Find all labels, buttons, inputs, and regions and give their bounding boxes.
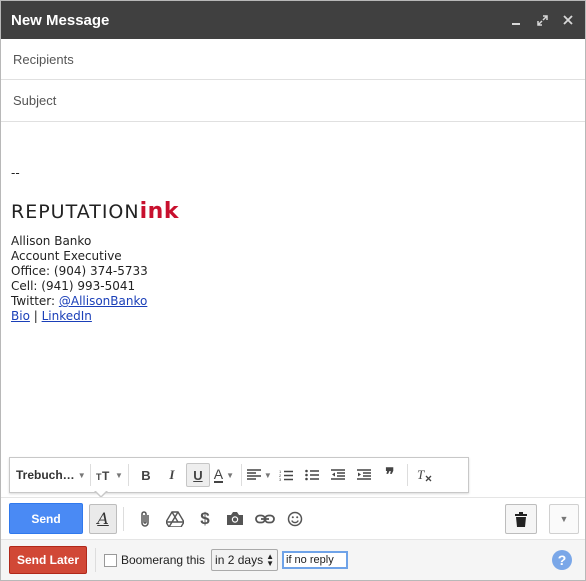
text-format-icon: A — [97, 509, 109, 528]
trash-icon — [515, 511, 527, 527]
chevron-down-icon: ▼ — [226, 470, 235, 480]
outdent-icon — [330, 469, 345, 480]
divider — [90, 464, 91, 486]
signature-links: Bio | LinkedIn — [11, 309, 148, 324]
bulleted-list-icon — [305, 469, 319, 481]
logo-ink-text: ink — [139, 199, 179, 224]
action-bar: Send A $ ▼ — [1, 497, 585, 539]
outdent-button[interactable] — [326, 463, 350, 487]
chevron-down-icon: ▼ — [115, 470, 123, 480]
chevron-down-icon: ▼ — [559, 514, 569, 524]
font-family-value: Trebuch… — [16, 468, 75, 482]
signature-office: Office: (904) 374-5733 — [11, 264, 148, 278]
boomerang-checkbox[interactable] — [104, 553, 117, 567]
svg-text:T: T — [417, 468, 425, 482]
subject-input[interactable] — [11, 92, 555, 109]
minimize-icon[interactable] — [503, 1, 529, 39]
select-arrows-icon: ▲ ▼ — [266, 552, 274, 568]
divider — [95, 548, 96, 572]
signature-separator: -- — [11, 166, 20, 180]
divider — [123, 506, 124, 531]
insert-link-button[interactable] — [250, 504, 280, 534]
quote-button[interactable]: ❞ — [378, 463, 402, 487]
indent-icon — [356, 469, 371, 480]
bulleted-list-button[interactable] — [300, 463, 324, 487]
svg-text:T: T — [102, 469, 110, 481]
company-logo: REPUTATION ink — [11, 199, 179, 224]
divider — [127, 464, 129, 486]
signature-cell: Cell: (941) 993-5041 — [11, 279, 136, 293]
camera-icon — [227, 512, 243, 525]
link-separator: | — [29, 309, 42, 323]
remove-formatting-icon: T — [417, 468, 432, 482]
quote-icon: ❞ — [385, 465, 395, 484]
divider — [406, 464, 408, 486]
divider — [240, 464, 242, 486]
font-size-icon: TT — [96, 469, 110, 481]
recipients-input[interactable] — [11, 50, 555, 68]
text-color-icon: A — [213, 466, 224, 483]
signature-block: Allison Banko Account Executive Office: … — [11, 234, 148, 324]
signature-name: Allison Banko — [11, 234, 92, 248]
close-icon[interactable] — [555, 1, 581, 39]
font-family-dropdown[interactable]: Trebuch… ▼ — [16, 468, 86, 482]
compose-window: New Message -- REPUTATIONink Allison Ban… — [0, 0, 586, 581]
subject-row — [1, 80, 585, 122]
toolbar-pointer-inner — [95, 490, 107, 496]
insert-drive-button[interactable] — [160, 504, 190, 534]
formatting-toolbar: Trebuch… ▼ TT ▼ B I U A ▼ ▼ 123 ❞ T — [9, 457, 469, 493]
bold-button[interactable]: B — [134, 463, 158, 487]
link-icon — [255, 514, 275, 523]
recipients-row — [1, 39, 585, 80]
boomerang-when-select[interactable]: in 2 days ▲ ▼ — [211, 549, 278, 571]
insert-photo-button[interactable] — [220, 504, 250, 534]
drive-icon — [166, 510, 184, 527]
discard-draft-button[interactable] — [505, 504, 537, 534]
italic-icon: I — [169, 467, 175, 482]
bio-link[interactable]: Bio — [11, 309, 30, 323]
boomerang-condition-input[interactable]: if no reply — [282, 551, 348, 569]
indent-button[interactable] — [352, 463, 376, 487]
dollar-icon: $ — [200, 508, 210, 528]
chevron-down-icon: ▼ — [263, 470, 272, 480]
expand-icon[interactable] — [529, 1, 555, 39]
boomerang-bar: Send Later Boomerang this in 2 days ▲ ▼ i… — [1, 539, 585, 580]
underline-icon: U — [193, 467, 203, 483]
numbered-list-button[interactable]: 123 — [274, 463, 298, 487]
italic-button[interactable]: I — [160, 463, 184, 487]
attach-file-button[interactable] — [130, 504, 160, 534]
smiley-icon — [287, 511, 303, 526]
boomerang-checkbox-label: Boomerang this — [121, 553, 206, 567]
more-options-button[interactable]: ▼ — [549, 504, 579, 534]
paperclip-icon — [141, 510, 149, 527]
align-button[interactable]: ▼ — [246, 463, 272, 487]
formatting-options-button[interactable]: A — [89, 503, 117, 534]
signature-twitter: Twitter: @AllisonBanko — [11, 294, 148, 309]
logo-reputation-text: REPUTATION — [11, 201, 140, 223]
boomerang-when-value: in 2 days — [215, 553, 264, 567]
send-button[interactable]: Send — [9, 503, 83, 534]
send-money-button[interactable]: $ — [190, 504, 220, 534]
help-icon[interactable]: ? — [552, 550, 572, 570]
chevron-down-icon: ▼ — [77, 470, 86, 480]
twitter-prefix: Twitter: — [11, 294, 59, 308]
twitter-link[interactable]: @AllisonBanko — [59, 294, 147, 308]
text-color-button[interactable]: A ▼ — [212, 463, 236, 487]
insert-emoji-button[interactable] — [280, 504, 310, 534]
align-left-icon — [246, 469, 261, 480]
svg-text:3: 3 — [279, 477, 282, 482]
numbered-list-icon: 123 — [279, 469, 293, 482]
send-later-button[interactable]: Send Later — [9, 546, 87, 574]
bold-icon: B — [141, 467, 151, 483]
remove-formatting-button[interactable]: T — [413, 463, 437, 487]
linkedin-link[interactable]: LinkedIn — [42, 309, 92, 323]
underline-button[interactable]: U — [185, 463, 210, 487]
title-bar[interactable]: New Message — [1, 1, 585, 39]
signature-role: Account Executive — [11, 249, 122, 263]
window-title: New Message — [11, 11, 110, 29]
font-size-button[interactable]: TT ▼ — [96, 463, 123, 487]
